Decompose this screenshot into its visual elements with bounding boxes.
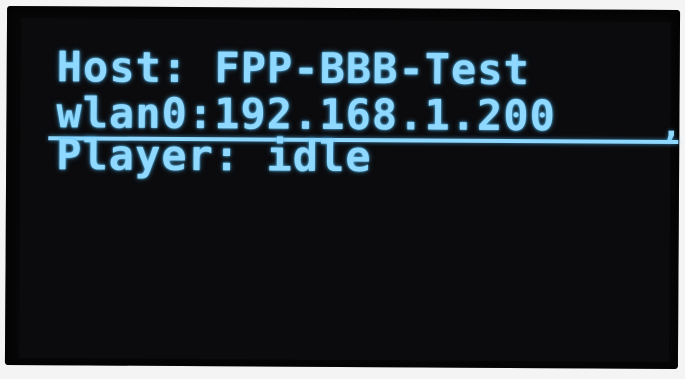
player-status-line: Player: idle (56, 130, 372, 182)
photo-frame: Host: FPP-BBB-Test wlan0:192.168.1.200 ,… (0, 0, 685, 379)
oled-screen: Host: FPP-BBB-Test wlan0:192.168.1.200 ,… (18, 18, 682, 362)
host-name-line: Host: FPP-BBB-Test (56, 42, 531, 95)
oled-display-panel: Host: FPP-BBB-Test wlan0:192.168.1.200 ,… (4, 5, 682, 370)
wifi-status-icon: , (660, 104, 683, 147)
